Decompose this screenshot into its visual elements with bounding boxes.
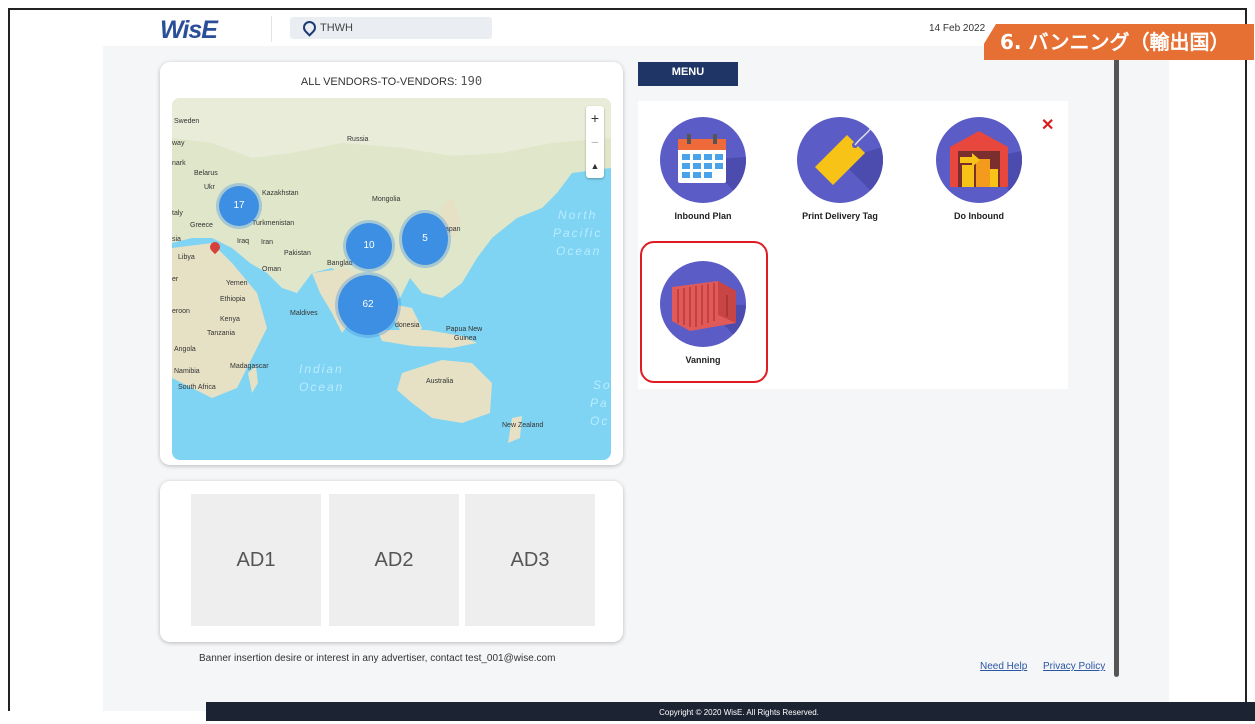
advertiser-contact-note: Banner insertion desire or interest in a… <box>199 653 556 664</box>
map-cluster[interactable]: 10 <box>346 223 392 269</box>
map-label: Kenya <box>220 316 240 323</box>
map-landmass <box>172 98 611 443</box>
zoom-out-button[interactable]: − <box>586 130 604 154</box>
need-help-link[interactable]: Need Help <box>980 661 1027 672</box>
ads-card: AD1 AD2 AD3 <box>160 481 623 642</box>
copyright-footer: Copyright © 2020 WisE. All Rights Reserv… <box>206 702 1255 721</box>
vendors-map-card: ALL VENDORS-TO-VENDORS: 190 Sweden way R… <box>160 62 623 465</box>
map-label: Russia <box>347 136 369 143</box>
map-label: donesia <box>395 322 420 329</box>
map-label: Mongolia <box>372 196 401 203</box>
map-label: Ethiopia <box>220 296 246 303</box>
sea-label: Pacific <box>553 226 603 240</box>
map-label: Papua New <box>446 326 483 333</box>
warehouse-icon <box>936 117 1022 203</box>
vertical-scrollbar[interactable] <box>1114 55 1119 677</box>
step-banner: 6. バンニング（輸出国） <box>984 24 1254 60</box>
map-label: er <box>172 276 179 283</box>
map-label: New Zealand <box>502 422 544 429</box>
map-label: South Africa <box>178 384 216 391</box>
map-label: nark <box>172 160 186 167</box>
compass-button[interactable]: ▲ <box>586 154 604 178</box>
menu-item-print-delivery-tag[interactable]: Print Delivery Tag <box>780 117 900 221</box>
map-cluster[interactable]: 5 <box>402 213 448 265</box>
location-selector[interactable]: THWH <box>290 17 492 39</box>
zoom-in-button[interactable]: + <box>586 106 604 130</box>
map-label: Oman <box>262 266 282 273</box>
sea-label: Ocean <box>299 380 345 394</box>
map-label: eroon <box>172 308 190 315</box>
map-label: Turkmenistan <box>252 220 295 227</box>
current-date: 14 Feb 2022 <box>929 23 986 34</box>
map-label: Libya <box>178 254 195 261</box>
map-label: Ukr <box>204 184 215 191</box>
menu-item-label: Inbound Plan <box>674 211 732 221</box>
sea-label: Pa <box>590 396 609 410</box>
map-cluster[interactable]: 17 <box>219 186 259 226</box>
map-label: Sweden <box>174 118 200 125</box>
close-icon[interactable]: ✕ <box>1041 115 1054 135</box>
divider <box>271 16 272 42</box>
ad-slot-1[interactable]: AD1 <box>191 494 321 626</box>
map-label: Tanzania <box>207 330 236 337</box>
map-label: Australia <box>426 378 454 385</box>
sea-label: Indian <box>299 362 344 376</box>
map-cluster[interactable]: 62 <box>338 275 398 335</box>
ad-slot-2[interactable]: AD2 <box>329 494 459 626</box>
map-label: Greece <box>190 222 213 229</box>
location-text: THWH <box>320 22 353 34</box>
map-label: Yemen <box>226 280 248 287</box>
map-zoom-control: + − ▲ <box>586 106 604 178</box>
location-pin-icon <box>300 18 319 37</box>
map-label: way <box>172 140 185 147</box>
menu-item-label: Print Delivery Tag <box>802 211 878 221</box>
map-title-label: ALL VENDORS-TO-VENDORS: <box>300 76 461 88</box>
vendor-count: 190 <box>460 74 483 88</box>
menu-item-inbound-plan[interactable]: Inbound Plan <box>643 117 763 221</box>
map-label: Namibia <box>174 368 200 375</box>
sea-label: Ocean <box>556 244 602 258</box>
map-label: Kazakhstan <box>262 190 299 197</box>
calendar-icon <box>660 117 746 203</box>
privacy-policy-link[interactable]: Privacy Policy <box>1043 661 1105 672</box>
map-label: Angola <box>174 346 196 353</box>
menu-tab[interactable]: MENU <box>638 62 738 86</box>
menu-item-do-inbound[interactable]: Do Inbound <box>919 117 1039 221</box>
ad-slot-3[interactable]: AD3 <box>465 494 595 626</box>
map-label: taly <box>172 210 183 217</box>
app-logo[interactable]: WisE <box>160 16 218 45</box>
world-map[interactable]: Sweden way Russia nark Belarus Ukr Kazak… <box>172 98 611 460</box>
sea-label: Oc <box>590 414 610 428</box>
map-label: Iraq <box>237 238 250 245</box>
tag-icon <box>797 117 883 203</box>
map-label: Guinea <box>454 335 477 342</box>
menu-item-label: Do Inbound <box>954 211 1004 221</box>
map-label: Madagascar <box>230 363 269 370</box>
vanning-highlight-frame <box>640 241 768 383</box>
map-label: Iran <box>261 239 274 246</box>
map-label: Maldives <box>290 310 318 317</box>
sea-label: So <box>593 378 611 392</box>
sea-label: North <box>558 208 598 222</box>
map-label: Banglad <box>327 260 353 267</box>
map-title: ALL VENDORS-TO-VENDORS: 190 <box>160 74 623 88</box>
map-label: Belarus <box>194 170 218 177</box>
map-label: sia <box>172 236 181 243</box>
map-label: Pakistan <box>284 250 311 257</box>
